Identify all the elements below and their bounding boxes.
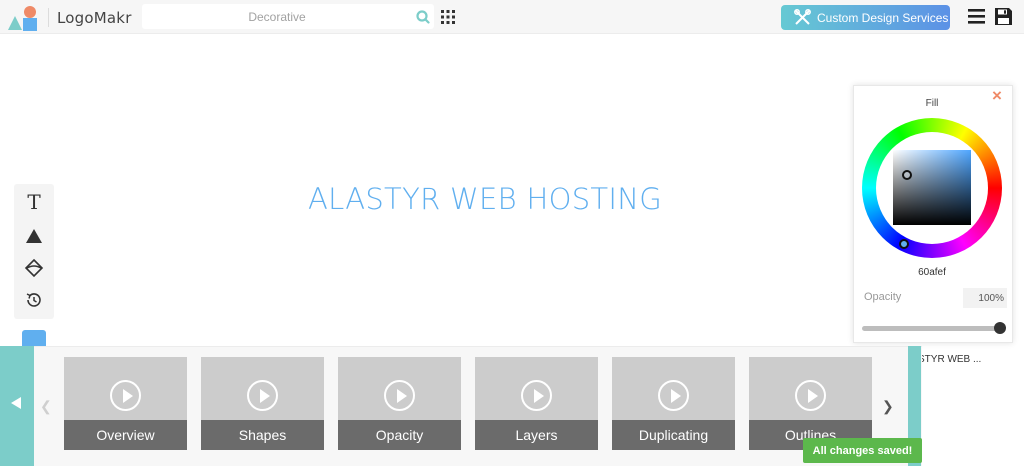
video-caption: Duplicating (612, 420, 735, 450)
video-caption: Overview (64, 420, 187, 450)
logo-canvas-text[interactable]: ALASTYR WEB HOSTING (200, 182, 770, 216)
tool-palette: T (14, 184, 54, 319)
search-icon[interactable] (416, 10, 430, 24)
brand-divider (48, 8, 49, 27)
search-box (142, 4, 434, 29)
play-icon (247, 380, 278, 411)
search-input[interactable] (142, 4, 412, 29)
play-icon (795, 380, 826, 411)
opacity-slider-thumb[interactable] (994, 322, 1006, 334)
saturation-value-handle[interactable] (902, 170, 912, 180)
menu-icon[interactable] (968, 9, 985, 24)
close-icon[interactable]: × (992, 87, 1002, 105)
play-icon (521, 380, 552, 411)
video-tile[interactable]: Layers (475, 357, 598, 450)
custom-design-services-button[interactable]: Custom Design Services (781, 5, 950, 30)
video-caption: Shapes (201, 420, 324, 450)
opacity-slider-track[interactable] (862, 326, 1000, 331)
opacity-value-field[interactable]: 100% (963, 288, 1007, 308)
video-caption: Opacity (338, 420, 461, 450)
chevron-left-icon[interactable]: ❮ (40, 398, 52, 415)
fill-tool-icon[interactable] (23, 257, 45, 279)
video-tile[interactable]: Shapes (201, 357, 324, 450)
play-icon (658, 380, 689, 411)
save-icon[interactable] (994, 7, 1013, 26)
logo-shapes-icon[interactable] (6, 4, 42, 32)
chevron-right-icon[interactable]: ❯ (882, 398, 894, 415)
save-status-toast: All changes saved! (803, 438, 922, 463)
video-tile[interactable]: Overview (64, 357, 187, 450)
opacity-label: Opacity (864, 291, 902, 303)
play-icon (110, 380, 141, 411)
top-bar: LogoMakr Custom Design Services (0, 0, 1024, 34)
video-tile[interactable]: Opacity (338, 357, 461, 450)
video-caption: Layers (475, 420, 598, 450)
video-tile[interactable]: Outlines (749, 357, 872, 450)
brand-name[interactable]: LogoMakr (57, 9, 132, 27)
play-icon (384, 380, 415, 411)
hue-wheel[interactable] (862, 118, 1002, 258)
shape-tool-icon[interactable] (23, 225, 45, 247)
hex-color-value[interactable]: 60afef (854, 267, 1010, 278)
tools-icon (794, 9, 811, 25)
hue-handle[interactable] (899, 239, 909, 249)
history-icon[interactable] (23, 289, 45, 311)
custom-design-services-label: Custom Design Services (817, 10, 949, 25)
collapse-strip-button[interactable] (0, 346, 34, 466)
text-tool-icon[interactable]: T (23, 190, 45, 214)
video-tile[interactable]: Duplicating (612, 357, 735, 450)
app-page: LogoMakr Custom Design Services (0, 0, 1024, 466)
color-picker-panel: Fill × 60afef Opacity 100% (853, 85, 1013, 343)
grid-icon[interactable] (441, 10, 455, 24)
layer-item-label[interactable]: STYR WEB ... (918, 354, 1018, 365)
fill-title: Fill (925, 98, 939, 109)
saturation-value-square[interactable] (893, 150, 971, 225)
arrow-left-icon (11, 397, 21, 409)
